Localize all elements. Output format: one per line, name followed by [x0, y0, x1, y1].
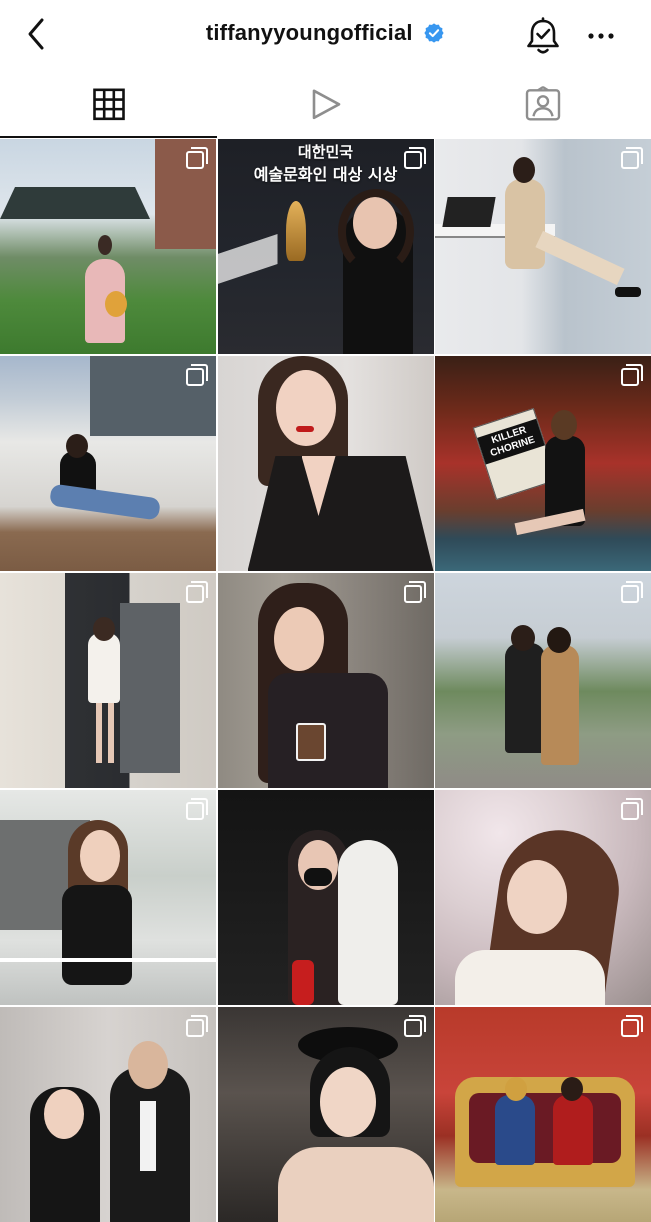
profile-tabs	[0, 72, 651, 138]
verified-badge-icon	[424, 23, 444, 43]
profile-header: tiffanyyoungofficial	[0, 0, 651, 72]
tab-grid[interactable]	[0, 72, 217, 138]
post-thumbnail[interactable]	[217, 573, 434, 788]
more-horizontal-icon	[588, 33, 614, 39]
multiple-photos-icon	[403, 147, 426, 169]
multiple-photos-icon	[186, 364, 208, 386]
multiple-photos-icon	[186, 1015, 208, 1037]
multiple-photos-icon	[403, 1015, 426, 1037]
multiple-photos-icon	[186, 147, 208, 169]
multiple-photos-icon	[186, 798, 208, 820]
multiple-photos-icon	[621, 364, 643, 386]
post-thumbnail[interactable]: 대한민국 예술문화인 대상 시상	[217, 139, 434, 354]
post-thumbnail[interactable]	[0, 356, 216, 571]
post-thumbnail[interactable]	[0, 573, 216, 788]
notifications-button[interactable]	[522, 16, 564, 58]
multiple-photos-icon	[186, 581, 208, 603]
post-thumbnail[interactable]	[217, 1007, 434, 1222]
multiple-photos-icon	[621, 147, 643, 169]
post-thumbnail[interactable]	[0, 1007, 216, 1222]
post-thumbnail[interactable]	[0, 139, 216, 354]
multiple-photos-icon	[621, 798, 643, 820]
multiple-photos-icon	[621, 1015, 643, 1037]
book-title: KILLER CHORINE	[477, 418, 545, 465]
profile-username: tiffanyyoungofficial	[205, 20, 413, 45]
post-thumbnail[interactable]	[0, 790, 216, 1005]
post-thumbnail[interactable]	[217, 790, 434, 1005]
play-icon	[312, 89, 340, 120]
post-thumbnail[interactable]	[435, 1007, 651, 1222]
post-thumbnail[interactable]: KILLER CHORINE	[435, 356, 651, 571]
multiple-photos-icon	[621, 581, 643, 603]
post-thumbnail[interactable]	[435, 573, 651, 788]
bell-check-icon	[527, 17, 559, 54]
post-thumbnail[interactable]	[435, 790, 651, 1005]
tagged-person-icon	[525, 86, 560, 121]
more-options-button[interactable]	[582, 18, 620, 54]
grid-icon	[92, 88, 125, 121]
multiple-photos-icon	[403, 581, 426, 603]
award-banner-line-2: 예술문화인 대상 시상	[253, 165, 398, 184]
tab-tagged[interactable]	[434, 72, 651, 138]
award-banner-line-1: 대한민국	[297, 143, 354, 161]
tab-reels[interactable]	[217, 72, 434, 138]
post-thumbnail[interactable]	[217, 356, 434, 571]
posts-grid: 대한민국 예술문화인 대상 시상 KILLER CHORINE	[0, 139, 651, 1222]
post-thumbnail[interactable]	[435, 139, 651, 354]
